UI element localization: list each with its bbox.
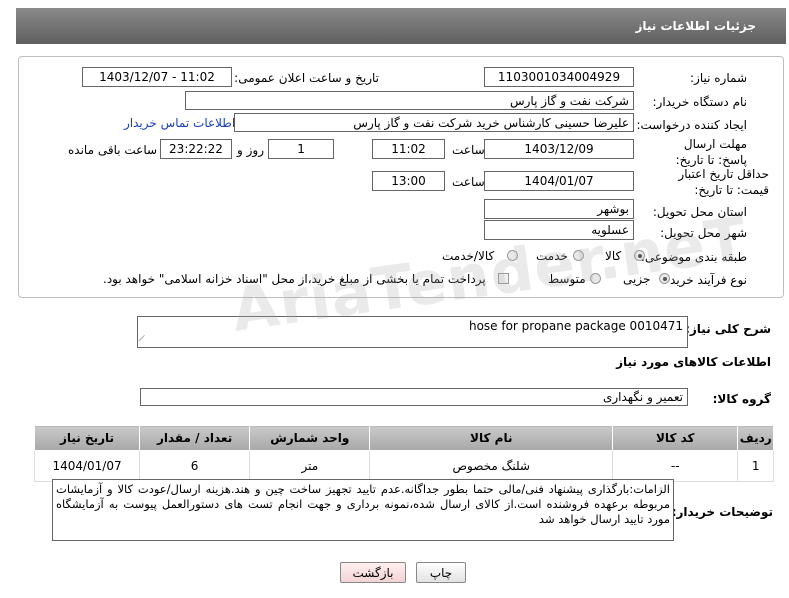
need-number-label: شماره نیاز: — [690, 71, 747, 85]
cell-name: شلنگ مخصوص — [369, 450, 614, 482]
buyer-notes-field: الزامات:بارگذاری پیشنهاد فنی/مالی حتما ب… — [52, 479, 674, 541]
goods-info-title: اطلاعات کالاهای مورد نیاز — [616, 355, 771, 369]
creator-label: ایجاد کننده درخواست: — [636, 118, 747, 132]
remaining-label: ساعت باقی مانده — [68, 143, 158, 157]
col-header-name: نام کالا — [369, 425, 614, 451]
table-header-row: ردیف کد کالا نام کالا واحد شمارش تعداد /… — [33, 425, 774, 451]
print-button[interactable]: چاپ — [416, 562, 466, 583]
buyer-notes-text: الزامات:بارگذاری پیشنهاد فنی/مالی حتما ب… — [56, 482, 670, 526]
table-row: 1 -- شلنگ مخصوص متر 6 1404/01/07 — [33, 450, 774, 482]
buyer-org-field: شرکت نفت و گاز پارس — [185, 91, 634, 110]
cell-code: -- — [612, 450, 739, 482]
remaining-time-field: 23:22:22 — [160, 139, 232, 159]
announce-label: تاریخ و ساعت اعلان عمومی: — [234, 71, 379, 85]
days-label: روز و — [237, 143, 264, 157]
contact-info-link[interactable]: اطلاعات تماس خریدار — [124, 116, 235, 130]
back-button[interactable]: بازگشت — [340, 562, 406, 583]
remaining-days-field: 1 — [268, 139, 334, 159]
description-label: شرح کلی نیاز: — [685, 322, 771, 336]
cell-date: 1404/01/07 — [33, 450, 141, 482]
deadline-time-label: ساعت — [452, 143, 485, 157]
province-field: بوشهر — [484, 199, 634, 219]
description-text: hose for propane package 0010471 — [468, 319, 683, 333]
validity-time-field: 13:00 — [372, 171, 445, 191]
deadline-label: مهلت ارسال پاسخ: تا تاریخ: — [675, 137, 747, 167]
col-header-row-num: ردیف — [737, 425, 774, 451]
page-title: جزئیات اطلاعات نیاز — [635, 19, 756, 33]
validity-time-label: ساعت — [452, 175, 485, 189]
col-header-code: کد کالا — [612, 425, 739, 451]
need-number-field: 1103001034004929 — [484, 67, 634, 87]
goods-group-label: گروه کالا: — [712, 392, 771, 406]
items-table: ردیف کد کالا نام کالا واحد شمارش تعداد /… — [33, 425, 774, 482]
validity-label: حداقل تاریخ اعتبار قیمت: تا تاریخ: — [678, 167, 769, 197]
goods-group-field: تعمیر و نگهداری — [140, 388, 688, 406]
col-header-date: تاریخ نیاز — [33, 425, 141, 451]
buyer-org-label: نام دستگاه خریدار: — [652, 95, 748, 109]
cell-unit: متر — [249, 450, 371, 482]
validity-date-field: 1404/01/07 — [484, 171, 634, 191]
deadline-time-field: 11:02 — [372, 139, 445, 159]
page-header: جزئیات اطلاعات نیاز — [16, 8, 786, 44]
announce-datetime-field: 1403/12/07 - 11:02 — [82, 67, 232, 87]
col-header-unit: واحد شمارش — [249, 425, 371, 451]
buyer-notes-label: توضیحات خریدار: — [671, 505, 773, 519]
resize-handle-icon[interactable] — [138, 334, 151, 347]
cell-row-num: 1 — [737, 450, 774, 482]
deadline-date-field: 1403/12/09 — [484, 139, 634, 159]
creator-field: علیرضا حسینی کارشناس خرید شرکت نفت و گاز… — [234, 113, 634, 132]
cell-quantity: 6 — [139, 450, 251, 482]
col-header-quantity: تعداد / مقدار — [139, 425, 251, 451]
